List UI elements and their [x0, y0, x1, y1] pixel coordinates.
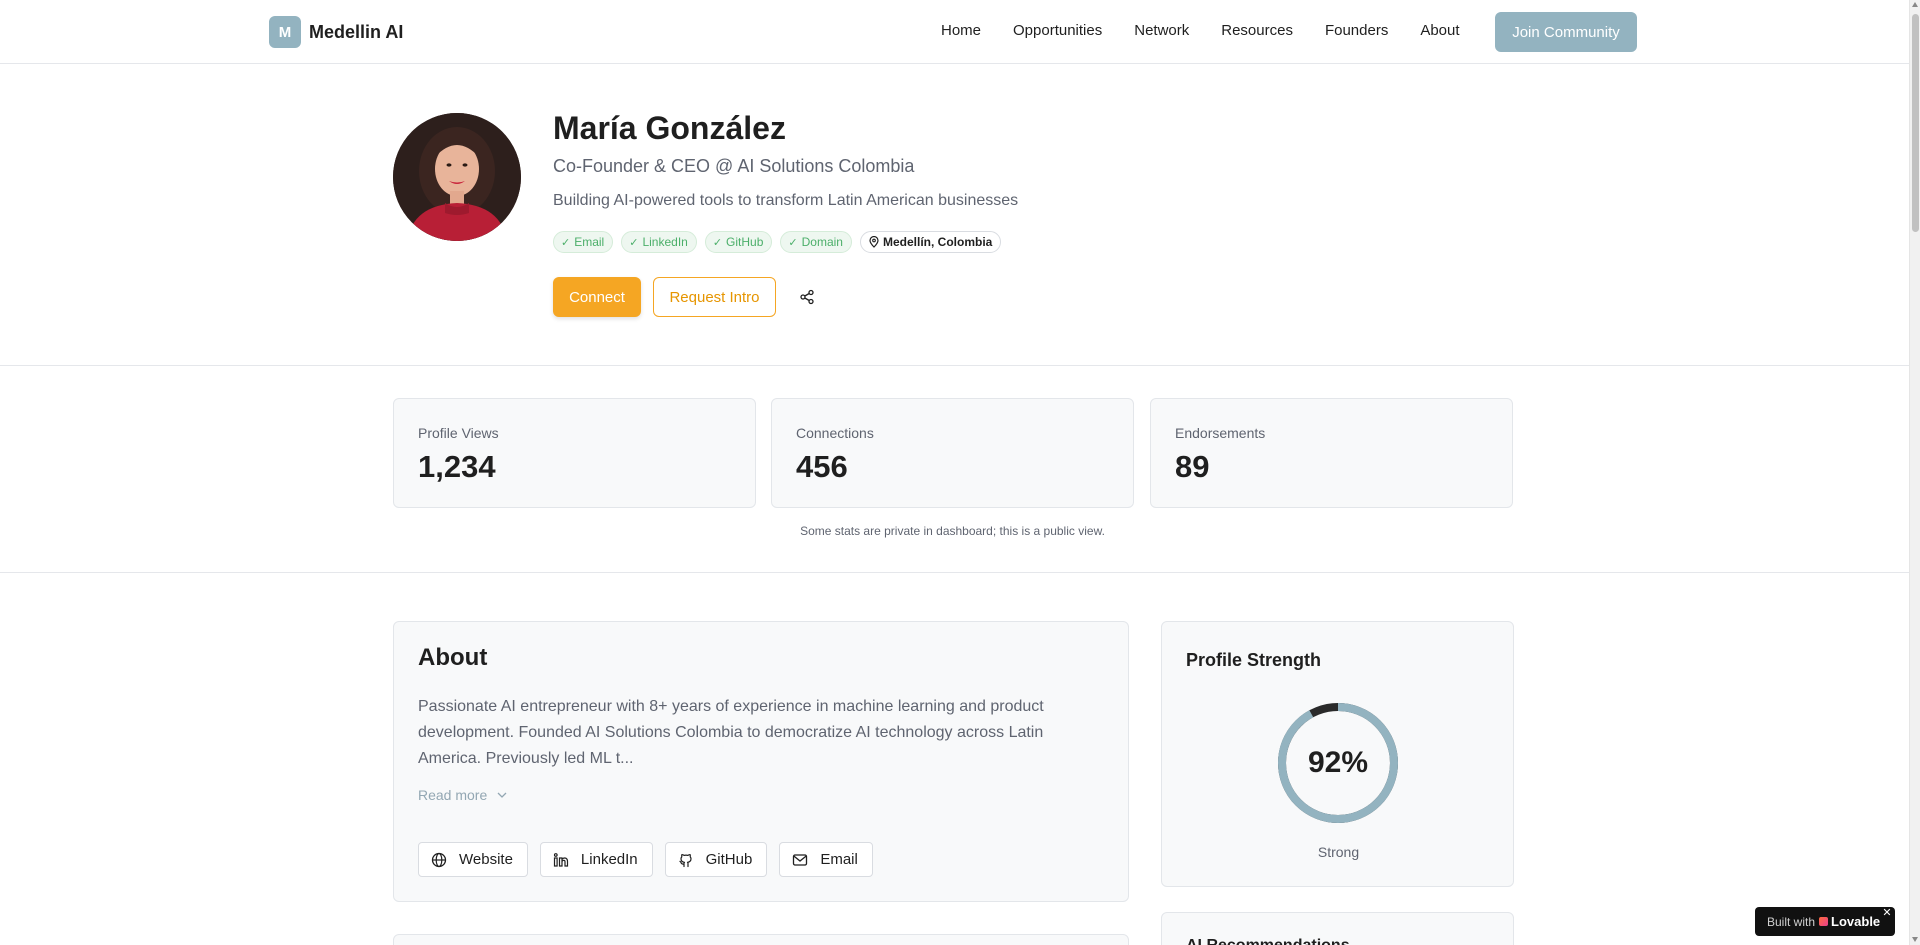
verification-badges: ✓ Email ✓ LinkedIn ✓ GitHub ✓ Domain Medellí…	[553, 231, 1002, 253]
check-icon: ✓	[788, 236, 798, 249]
linkedin-icon	[553, 852, 569, 867]
about-card: About Passionate AI entrepreneur with 8+…	[393, 621, 1129, 902]
linkedin-link-button[interactable]: LinkedIn	[539, 842, 653, 877]
profile-strength-status: Strong	[1317, 844, 1360, 860]
nav-home[interactable]: Home	[941, 22, 981, 39]
stat-value: 456	[796, 449, 848, 484]
check-icon: ✓	[561, 236, 571, 249]
profile-strength-title: Profile Strength	[1186, 650, 1322, 670]
site-logo[interactable]: M Medellin AI	[269, 16, 403, 48]
lovable-brand: Lovable	[1831, 914, 1881, 929]
check-icon: ✓	[712, 236, 723, 249]
profile-tagline: Building AI-powered tools to transform L…	[553, 192, 1019, 209]
link-label: Website	[459, 851, 513, 868]
scrollbar-thumb[interactable]	[1912, 14, 1919, 232]
website-link-button[interactable]: Website	[418, 842, 528, 877]
nav-resources[interactable]: Resources	[1221, 22, 1293, 39]
link-label: LinkedIn	[580, 851, 638, 868]
logo-text: Medellin AI	[309, 21, 404, 42]
share-button[interactable]	[791, 283, 823, 311]
globe-icon	[431, 852, 447, 867]
nav-founders[interactable]: Founders	[1325, 22, 1388, 39]
section-divider	[0, 365, 1909, 366]
stat-label: Connections	[796, 425, 874, 441]
nav-opportunities[interactable]: Opportunities	[1013, 22, 1102, 39]
page-scrollbar[interactable]	[1909, 0, 1920, 945]
badge-label: Domain	[801, 235, 843, 249]
site-header: M Medellin AI Home Opportunities Network…	[0, 0, 1909, 64]
github-icon	[679, 853, 692, 867]
stat-label: Profile Views	[418, 425, 499, 441]
nav-about[interactable]: About	[1420, 22, 1459, 39]
profile-links: Website LinkedIn GitHub Email	[418, 842, 885, 877]
location-label: Medellín, Colombia	[882, 235, 993, 249]
main-nav: Home Opportunities Network Resources Fou…	[941, 22, 1492, 39]
nav-network[interactable]: Network	[1134, 22, 1189, 39]
github-link-button[interactable]: GitHub	[664, 842, 768, 877]
avatar	[393, 113, 521, 241]
location-badge: Medellín, Colombia	[859, 231, 1002, 253]
section-divider	[0, 572, 1909, 573]
profile-strength-card: Profile Strength 92% Strong	[1161, 621, 1514, 887]
ai-recommendations-title: AI Recommendations	[1186, 937, 1350, 945]
stats-privacy-note: Some stats are private in dashboard; thi…	[800, 524, 1105, 538]
verified-email-badge: ✓ Email	[553, 231, 614, 253]
built-with-lovable-badge[interactable]: Built with Lovable	[1755, 907, 1895, 936]
verified-domain-badge: ✓ Domain	[780, 231, 852, 253]
verified-linkedin-badge: ✓ LinkedIn	[621, 231, 697, 253]
stat-card-connections: Connections 456	[771, 398, 1134, 508]
badge-label: LinkedIn	[642, 235, 688, 249]
chevron-down-icon	[497, 792, 507, 798]
lovable-prefix: Built with	[1767, 914, 1816, 929]
share-icon	[800, 289, 814, 305]
link-label: GitHub	[705, 851, 753, 868]
email-link-button[interactable]: Email	[779, 842, 873, 877]
connect-button[interactable]: Connect	[553, 277, 641, 317]
read-more-button[interactable]: Read more	[418, 787, 507, 803]
ai-recommendations-card: AI Recommendations	[1161, 912, 1514, 945]
about-title: About	[418, 644, 488, 671]
scroll-up-arrow-icon[interactable]	[1912, 2, 1918, 7]
stat-label: Endorsements	[1175, 425, 1266, 441]
stat-value: 1,234	[418, 449, 496, 484]
lovable-heart-icon	[1819, 917, 1829, 926]
stat-value: 89	[1175, 449, 1210, 484]
request-intro-button[interactable]: Request Intro	[653, 277, 776, 317]
profile-name: María González	[553, 110, 786, 146]
scroll-down-arrow-icon[interactable]	[1912, 937, 1918, 942]
join-community-button[interactable]: Join Community	[1495, 12, 1637, 52]
stat-card-endorsements: Endorsements 89	[1150, 398, 1513, 508]
verified-github-badge: ✓ GitHub	[704, 231, 773, 253]
profile-strength-percent: 92%	[1307, 746, 1369, 779]
check-icon: ✓	[629, 236, 639, 249]
close-icon[interactable]: ✕	[1881, 907, 1893, 919]
stat-card-profile-views: Profile Views 1,234	[393, 398, 756, 508]
mail-icon	[793, 853, 808, 866]
next-section-card	[393, 934, 1129, 945]
badge-label: GitHub	[726, 235, 764, 249]
read-more-label: Read more	[418, 787, 488, 803]
map-pin-icon	[869, 236, 879, 248]
logo-mark: M	[269, 16, 301, 48]
profile-role: Co-Founder & CEO @ AI Solutions Colombia	[553, 156, 915, 176]
avatar-portrait	[393, 113, 521, 241]
about-text: Passionate AI entrepreneur with 8+ years…	[418, 698, 1044, 767]
link-label: Email	[820, 851, 858, 868]
badge-label: Email	[574, 235, 605, 249]
